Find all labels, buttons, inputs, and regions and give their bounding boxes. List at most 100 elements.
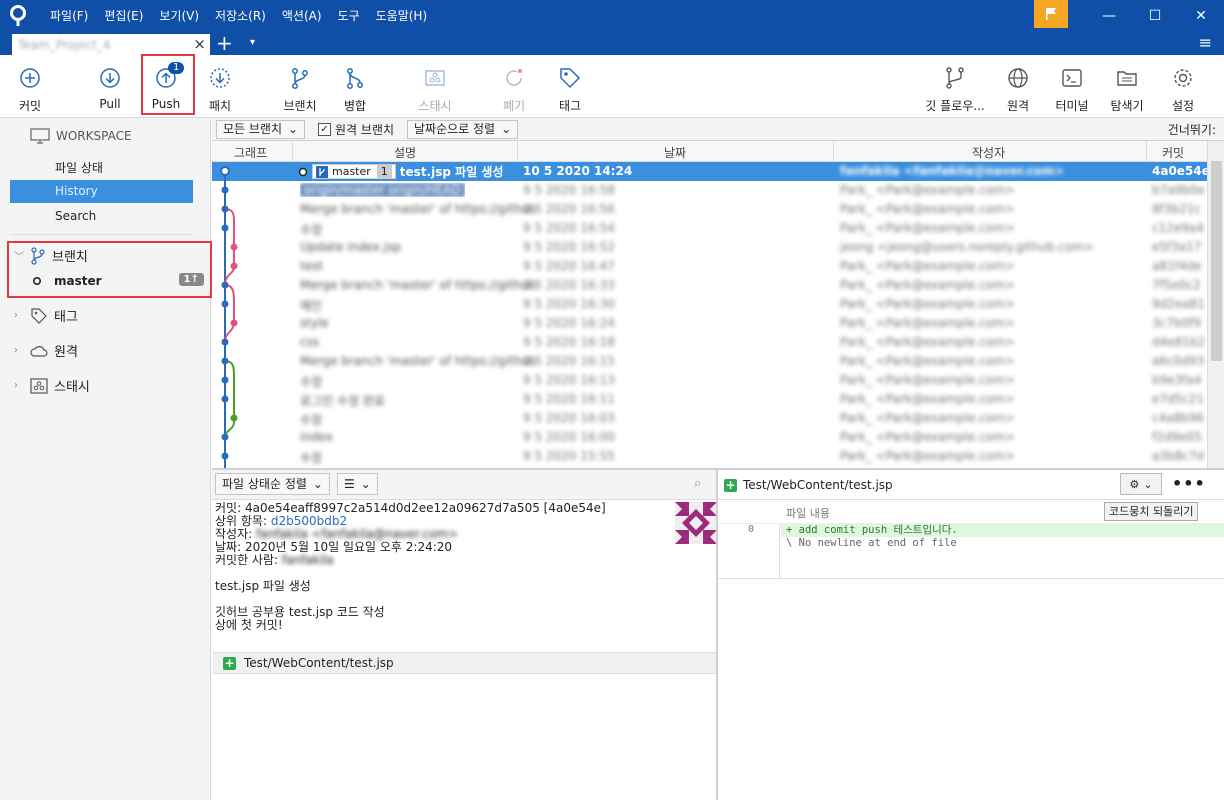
stash-icon [30, 377, 48, 394]
repo-tab[interactable]: Team_Project_4 × [12, 34, 210, 55]
table-row[interactable]: 수정 9 5 2020 16:54 Park_ <Park@example.co… [212, 219, 1207, 238]
menu-file[interactable]: 파일(F) [42, 0, 96, 32]
history-scrollbar[interactable] [1207, 141, 1224, 468]
sidebar-item-master[interactable]: master 1↑ [32, 273, 204, 288]
title-bar: 파일(F) 편집(E) 보기(V) 저장소(R) 액션(A) 도구 도움말(H)… [0, 0, 1224, 32]
patch-button[interactable]: 패치 [192, 59, 248, 115]
table-row[interactable]: Merge branch 'master' of https://github … [212, 276, 1207, 295]
branch-button[interactable]: 브랜치 [272, 59, 328, 115]
col-graph[interactable]: 그래프 [234, 144, 267, 161]
branches-dropdown[interactable]: 모든 브랜치 ⌄ [216, 120, 306, 139]
sidebar-section-remotes[interactable]: › 원격 [14, 341, 78, 360]
sidebar-item-history[interactable]: History [10, 180, 193, 203]
discard-button[interactable]: 폐기 [486, 59, 542, 115]
chevron-down-icon: ⌄ [288, 122, 299, 136]
add-tab-icon[interactable]: + [216, 32, 233, 54]
close-window-icon[interactable]: ✕ [1178, 0, 1224, 32]
merge-button[interactable]: 병합 [327, 59, 383, 115]
search-icon[interactable]: ⌕ [694, 476, 701, 491]
table-row[interactable]: origin/master origin/HEAD 9 5 2020 16:58… [212, 181, 1207, 200]
flag-icon[interactable] [1034, 0, 1068, 28]
menu-tools[interactable]: 도구 [330, 0, 368, 32]
table-row[interactable]: Update index.jsp 9 5 2020 16:52 jeong <j… [212, 238, 1207, 257]
row-hash: 7f5e0c2 [1152, 278, 1201, 292]
table-row[interactable]: index 9 5 2020 16:00 Park_ <Park@example… [212, 428, 1207, 447]
table-row[interactable]: 메인 9 5 2020 16:30 Park_ <Park@example.co… [212, 295, 1207, 314]
menu-help[interactable]: 도움말(H) [368, 0, 436, 32]
row-author: Park_ <Park@example.com> [840, 259, 1015, 273]
diff-content: 0 + add comit push 테스트입니다. \ No newline … [718, 524, 1224, 579]
tag-button[interactable]: 태그 [542, 59, 598, 115]
more-options-icon[interactable]: ••• [1172, 474, 1206, 493]
folder-icon [1117, 71, 1137, 86]
sort-dropdown[interactable]: 날짜순으로 정렬 ⌄ [407, 120, 519, 139]
repo-tab-title: Team_Project_4 [18, 37, 111, 52]
row-description: style [300, 316, 329, 330]
hamburger-menu-icon[interactable]: ≡ [1199, 33, 1212, 53]
maximize-icon[interactable]: ☐ [1132, 0, 1178, 32]
tab-dropdown-icon[interactable]: ▾ [250, 34, 255, 52]
diff-file-title: + Test/WebContent/test.jsp [724, 478, 893, 492]
close-tab-icon[interactable]: × [193, 35, 206, 53]
table-row[interactable]: test 9 5 2020 16:47 Park_ <Park@example.… [212, 257, 1207, 276]
col-description[interactable]: 설명 [394, 144, 416, 161]
chevron-down-icon: ⌄ [360, 476, 371, 491]
pull-icon [100, 68, 120, 88]
row-author: Park_ <Park@example.com> [840, 449, 1015, 463]
selected-description-cell: master 1 test.jsp 파일 생성 [298, 163, 503, 180]
chevron-right-icon: › [14, 310, 18, 321]
explorer-button[interactable]: 탐색기 [1099, 59, 1155, 115]
view-mode-dropdown[interactable]: ☰ ⌄ [337, 473, 378, 495]
row-hash: c12e9a4 [1152, 221, 1204, 235]
row-description: origin/master origin/HEAD [300, 183, 465, 197]
pull-button[interactable]: Pull [82, 59, 138, 115]
gitflow-button[interactable]: 깃 플로우... [925, 59, 985, 115]
sidebar-item-file-status[interactable]: 파일 상태 [55, 159, 103, 176]
ahead-badge: 1↑ [178, 273, 204, 286]
table-row[interactable]: Merge branch 'master' of https://github … [212, 352, 1207, 371]
parent-commit-link[interactable]: d2b500bdb2 [271, 514, 347, 528]
diff-options-dropdown[interactable]: ⚙ ⌄ [1120, 473, 1162, 495]
scrollbar-thumb[interactable] [1211, 161, 1222, 361]
menu-repository[interactable]: 저장소(R) [207, 0, 274, 32]
menu-view[interactable]: 보기(V) [151, 0, 207, 32]
col-separator [1146, 141, 1147, 162]
sidebar-item-search[interactable]: Search [55, 209, 96, 223]
revert-hunk-button[interactable]: 코드뭉치 되돌리기 [1104, 502, 1199, 521]
table-row[interactable]: css 9 5 2020 16:18 Park_ <Park@example.c… [212, 333, 1207, 352]
minimize-icon[interactable]: — [1086, 0, 1132, 32]
row-date: 9 5 2020 16:54 [523, 221, 615, 235]
terminal-button[interactable]: 터미널 [1044, 59, 1100, 115]
row-description: 수정 [300, 375, 323, 389]
stash-button[interactable]: 스태시 [407, 59, 463, 115]
col-date[interactable]: 날짜 [664, 144, 686, 161]
col-commit[interactable]: 커밋 [1162, 144, 1184, 161]
row-date: 9 5 2020 16:11 [523, 392, 615, 406]
table-row[interactable]: Merge branch 'master' of https://github … [212, 200, 1207, 219]
col-separator [833, 141, 834, 162]
table-row[interactable]: style 9 5 2020 16:24 Park_ <Park@example… [212, 314, 1207, 333]
sidebar-section-stashes[interactable]: › 스태시 [14, 376, 90, 395]
settings-button[interactable]: 설정 [1155, 59, 1211, 115]
history-filter-bar: 모든 브랜치 ⌄ ✓ 원격 브랜치 날짜순으로 정렬 ⌄ 건너뛰기: [212, 118, 1224, 141]
table-row[interactable]: 수정 9 5 2020 15:55 Park_ <Park@example.co… [212, 447, 1207, 466]
file-sort-dropdown[interactable]: 파일 상태순 정렬 ⌄ [215, 473, 330, 495]
row-description: 수정 [300, 451, 323, 465]
commit-graph [220, 166, 238, 468]
col-author[interactable]: 작성자 [972, 144, 1005, 161]
table-row[interactable]: 수정 9 5 2020 16:13 Park_ <Park@example.co… [212, 371, 1207, 390]
changed-file-row[interactable]: + Test/WebContent/test.jsp [213, 652, 716, 674]
row-hash: e7d5c21 [1152, 392, 1205, 406]
table-row[interactable]: 로그인 수정 완료 9 5 2020 16:11 Park_ <Park@exa… [212, 390, 1207, 409]
table-row-selected[interactable]: master 1 test.jsp 파일 생성 10 5 2020 14:24 … [212, 162, 1207, 181]
commit-button[interactable]: 커밋 [2, 59, 58, 115]
menu-edit[interactable]: 편집(E) [96, 0, 151, 32]
tag-icon [560, 68, 581, 89]
remote-branches-checkbox[interactable]: ✓ 원격 브랜치 [318, 121, 394, 138]
table-row[interactable]: 수정 9 5 2020 16:03 Park_ <Park@example.co… [212, 409, 1207, 428]
commit-message-body: 상에 첫 커밋! [215, 618, 283, 632]
row-author: Park_ <Park@example.com> [840, 411, 1015, 425]
menu-actions[interactable]: 액션(A) [274, 0, 330, 32]
remote-button[interactable]: 원격 [990, 59, 1046, 115]
sidebar-section-tags[interactable]: › 태그 [14, 306, 78, 325]
